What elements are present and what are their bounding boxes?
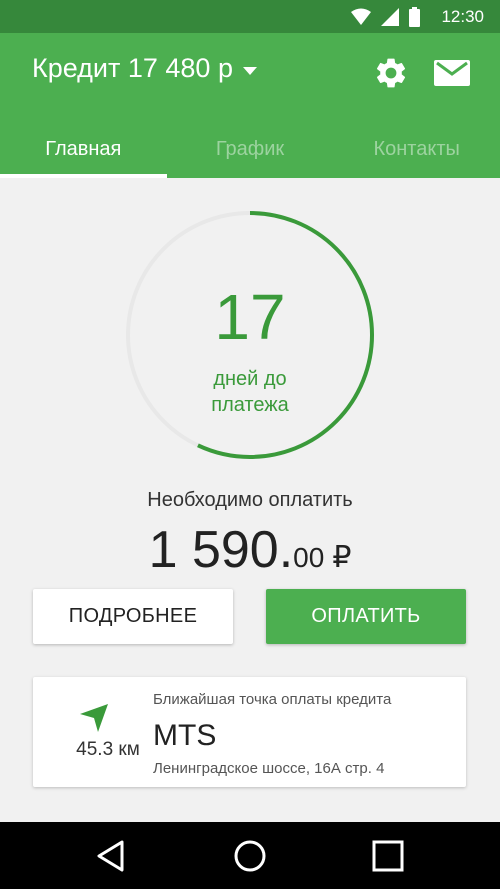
pay-button[interactable]: ОПЛАТИТЬ [266,589,466,644]
battery-icon [409,7,420,27]
amount-cents: 00 [293,542,325,573]
system-nav-bar [0,822,500,889]
amount-main: 1 590. [148,521,294,579]
nearest-point-card[interactable]: 45.3 км Ближайшая точка оплаты кредита M… [33,677,466,787]
app-bar: Кредит 17 480 р Главная График Контакты [0,33,500,178]
tab-contacts[interactable]: Контакты [333,128,500,178]
point-distance: 45.3 км [76,739,140,760]
recents-icon[interactable] [371,839,405,873]
days-label: дней до платежа [211,368,289,416]
point-caption: Ближайшая точка оплаты кредита [153,691,392,708]
home-icon[interactable] [233,839,267,873]
signal-icon [381,8,399,26]
back-icon[interactable] [94,839,128,873]
point-address: Ленинградское шоссе, 16А стр. 4 [153,760,385,777]
tab-schedule[interactable]: График [167,128,334,178]
status-icons [351,7,420,27]
tab-bar: Главная График Контакты [0,128,500,178]
settings-icon[interactable] [373,55,409,91]
credit-title: Кредит 17 480 р [32,53,233,83]
details-button[interactable]: ПОДРОБНЕЕ [33,589,233,644]
credit-selector[interactable]: Кредит 17 480 р [32,53,257,84]
currency-symbol: ₽ [332,541,352,574]
status-time: 12:30 [441,7,484,26]
wifi-icon [351,8,371,25]
point-name: MTS [153,719,217,752]
payment-label: Необходимо оплатить [147,489,353,511]
mail-icon[interactable] [434,60,470,86]
payment-amount: 1 590.00 ₽ [0,520,500,580]
tab-main[interactable]: Главная [0,128,167,178]
days-count: 17 [214,281,286,353]
dropdown-caret-icon [242,66,257,75]
status-bar: 12:30 [0,0,500,33]
navigation-arrow-icon [80,704,108,732]
